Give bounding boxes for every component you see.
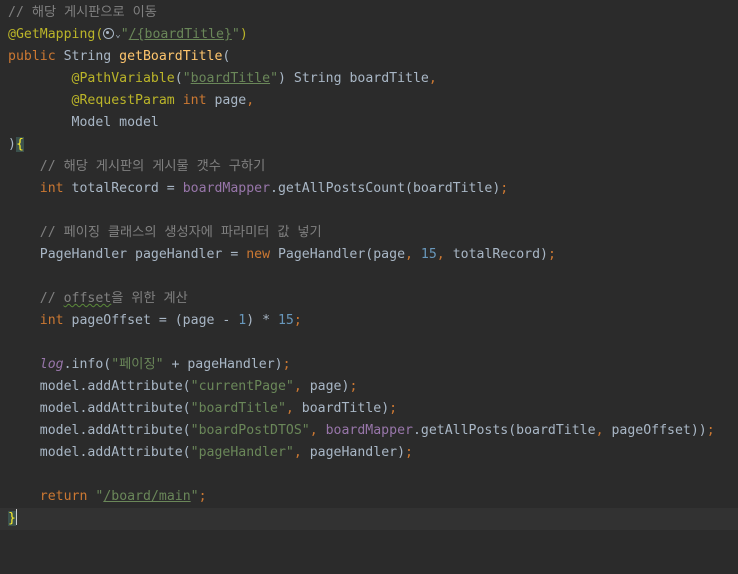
code-line-method-signature: public String getBoardTitle(: [8, 49, 231, 64]
code-line-return: return "/board/main";: [39, 489, 207, 504]
method-name: getBoardTitle: [119, 49, 223, 64]
code-editor[interactable]: // 해당 게시판으로 이동 @GetMapping(⌄"/{boardTitl…: [0, 0, 738, 538]
matched-brace-open: {: [15, 137, 24, 152]
code-line-page-handler: PageHandler pageHandler = new PageHandle…: [39, 247, 556, 262]
code-line-comment-count: // 해당 게시판의 게시물 갯수 구하기: [39, 159, 266, 174]
code-line-close-brace: }: [0, 508, 738, 530]
mapping-path-link[interactable]: /{boardTitle}: [129, 27, 232, 42]
globe-icon[interactable]: [103, 28, 115, 39]
code-line-attr-board-title: model.addAttribute("boardTitle", boardTi…: [39, 401, 398, 416]
code-line-total-record: int totalRecord = boardMapper.getAllPost…: [39, 181, 509, 196]
code-line-comment-offset: // offset을 위한 계산: [39, 291, 188, 306]
code-line-page-offset: int pageOffset = (page - 1) * 15;: [39, 313, 302, 328]
code-line-comment-move-board: // 해당 게시판으로 이동: [0, 2, 738, 24]
return-view-link[interactable]: /board/main: [103, 489, 190, 504]
typo-squiggle: offset: [63, 291, 112, 306]
code-line-attr-current-page: model.addAttribute("currentPage", page);: [39, 379, 358, 394]
code-line-pathvariable: @PathVariable("boardTitle") String board…: [71, 71, 437, 86]
code-line-getmapping: @GetMapping(⌄"/{boardTitle}"): [8, 27, 248, 42]
code-line-attr-board-posts: model.addAttribute("boardPostDTOS", boar…: [39, 423, 715, 438]
code-line-comment-paging: // 페이징 클래스의 생성자에 파라미터 값 넣기: [39, 225, 322, 240]
matched-brace-close: }: [8, 511, 16, 526]
annotation-getmapping: @GetMapping(: [8, 27, 104, 42]
path-variable-link[interactable]: boardTitle: [191, 71, 270, 86]
comment-text: // 해당 게시판으로 이동: [8, 5, 157, 20]
text-cursor: [15, 509, 17, 525]
code-line-requestparam: @RequestParam int page,: [71, 93, 255, 108]
code-line-attr-page-handler: model.addAttribute("pageHandler", pageHa…: [39, 445, 413, 460]
code-line-model-param: Model model: [71, 115, 159, 130]
code-line-open-brace: ){: [8, 137, 24, 152]
code-line-log-info: log.info("페이징" + pageHandler);: [39, 357, 291, 372]
